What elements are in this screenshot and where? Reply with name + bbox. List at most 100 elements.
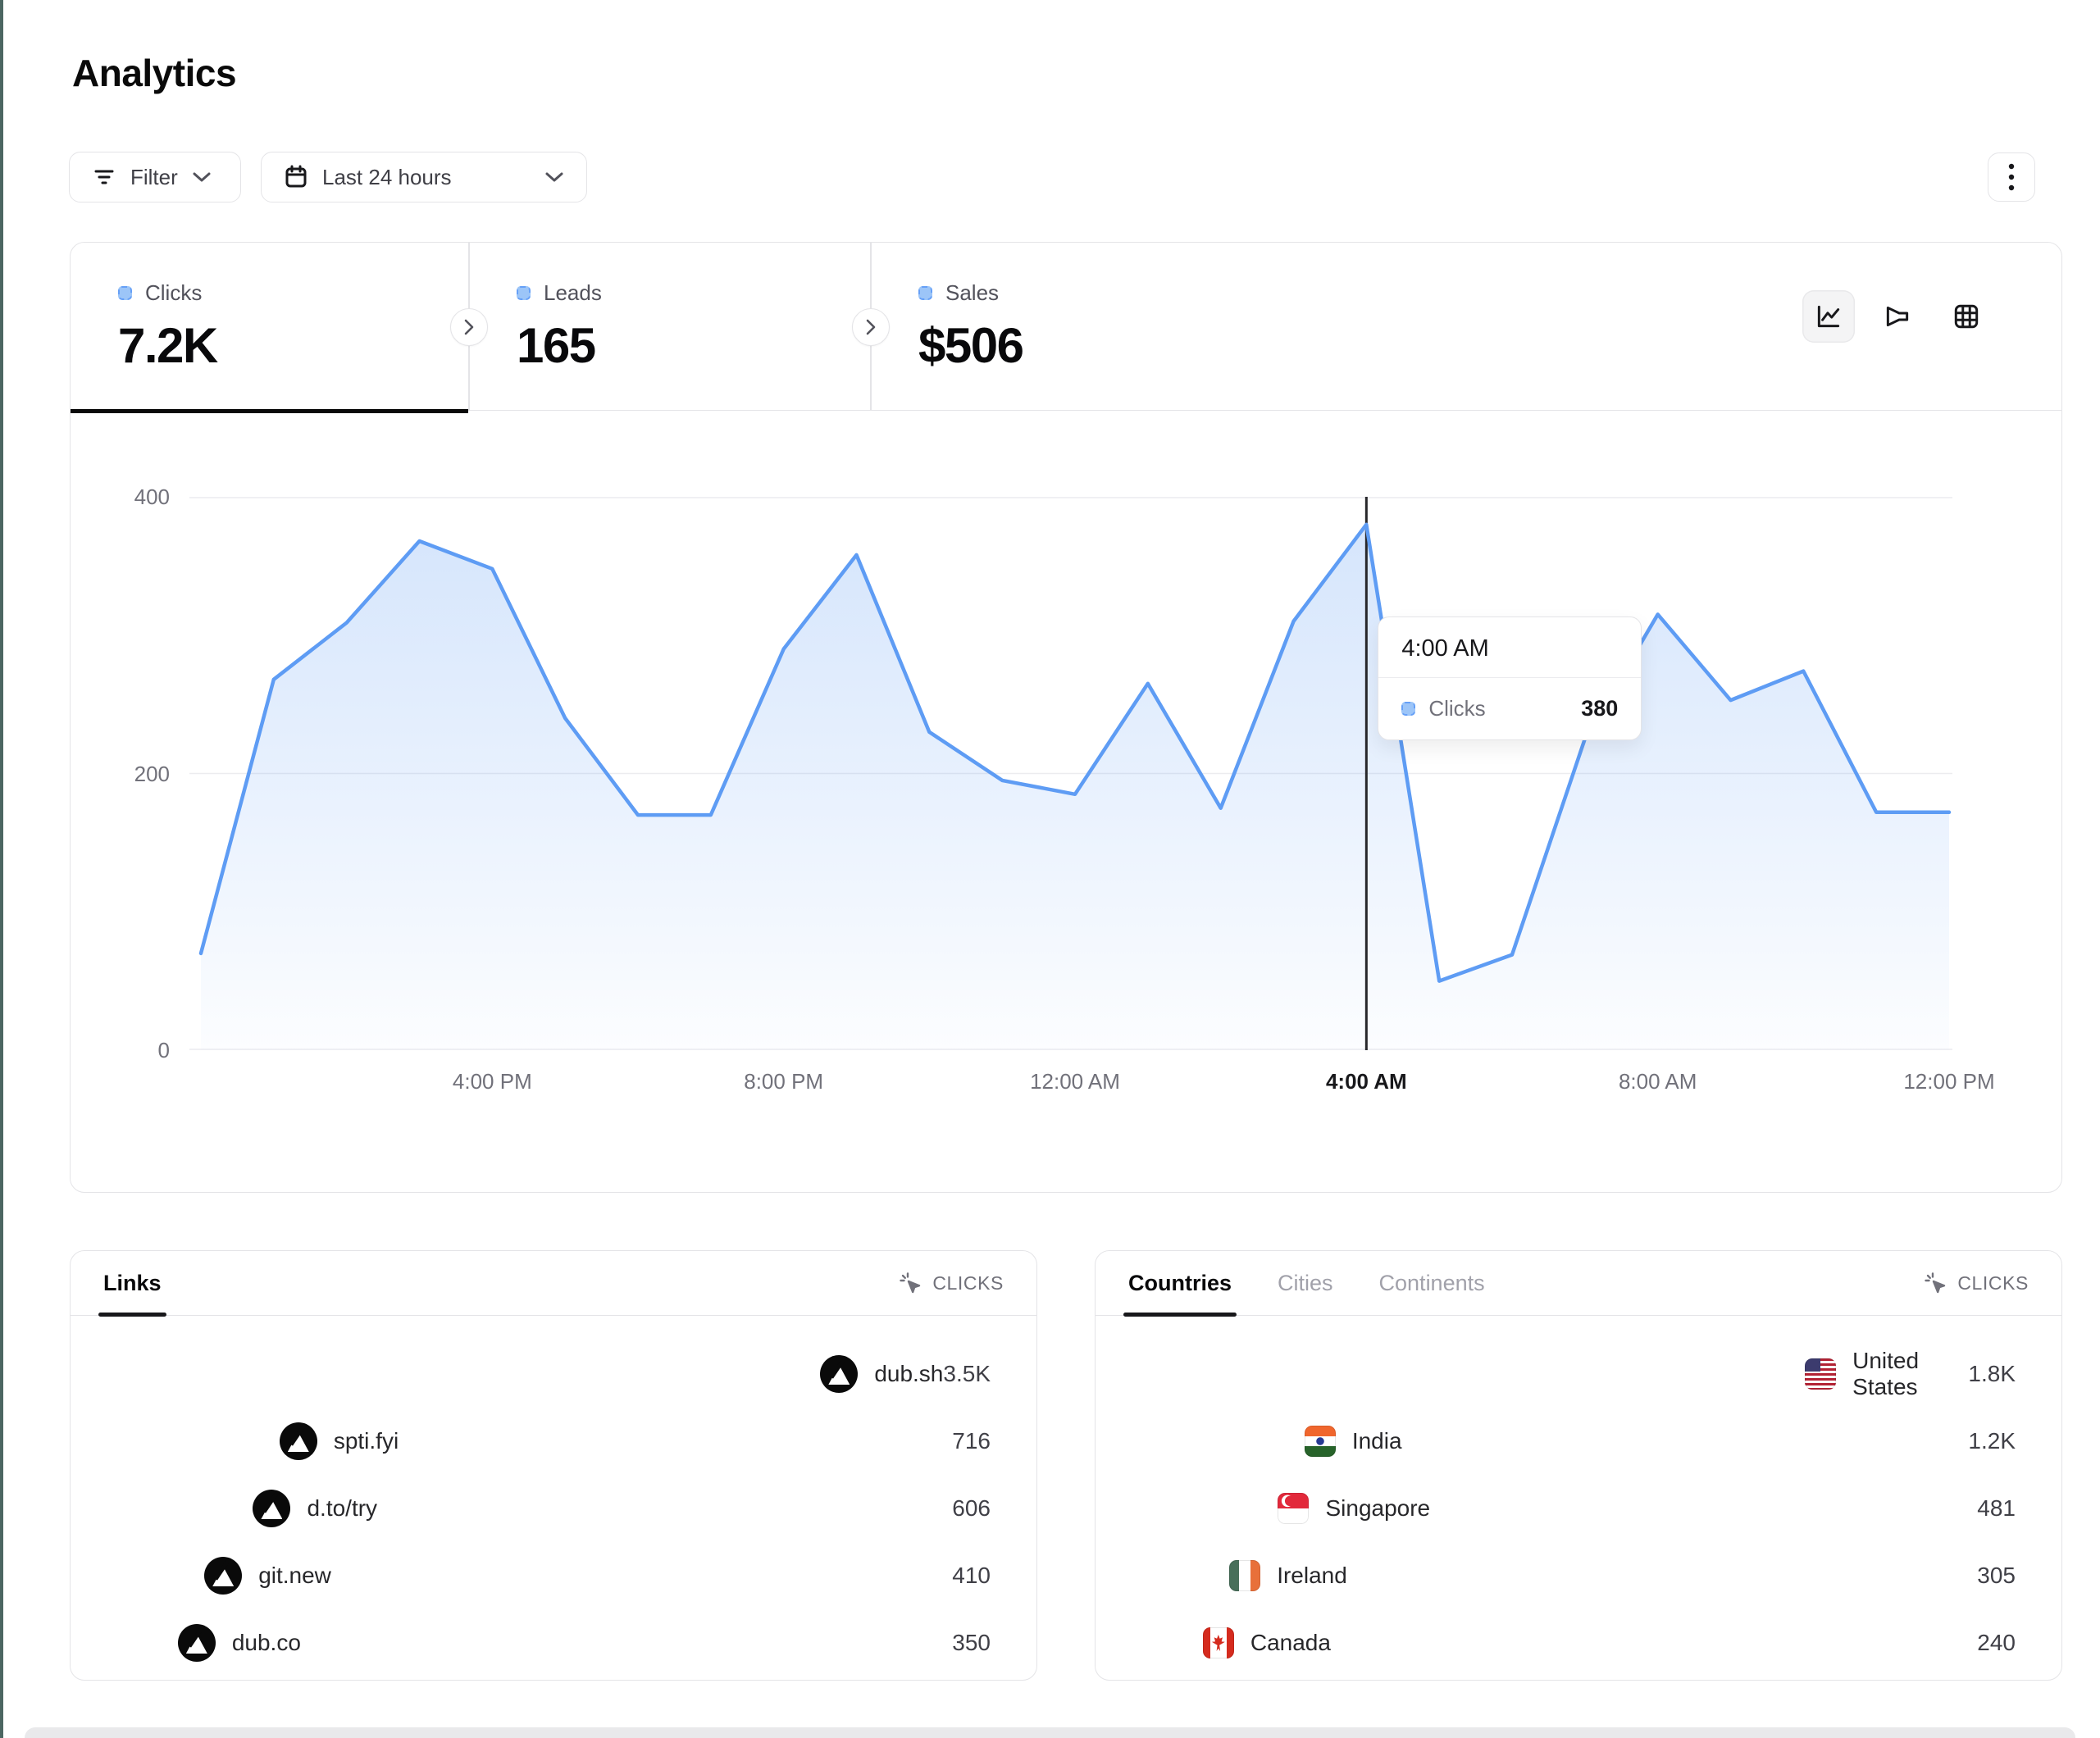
y-tick-label: 200	[134, 762, 170, 787]
tooltip-legend-square-icon	[1401, 702, 1415, 716]
country-clicks-value: 481	[1977, 1495, 2020, 1522]
cursor-rays-icon	[1923, 1271, 1947, 1295]
expand-leads-button[interactable]	[852, 308, 890, 346]
clicks-area-chart[interactable]: 4:00 AM Clicks 380	[189, 497, 1952, 1050]
date-range-label: Last 24 hours	[322, 165, 452, 190]
tab-countries-label: Countries	[1128, 1271, 1232, 1296]
link-row[interactable]: git.new 410	[100, 1549, 1007, 1603]
links-metric-label: CLICKS	[932, 1272, 1004, 1294]
chevron-down-icon	[544, 170, 565, 184]
filter-button[interactable]: Filter	[69, 152, 241, 202]
x-tick-label: 12:00 AM	[1030, 1069, 1120, 1094]
line-chart-view-button[interactable]	[1802, 290, 1855, 343]
links-panel: Links CLICKS dub.sh 3.5K spti.fyi 716	[70, 1250, 1037, 1681]
more-menu-button[interactable]	[1988, 152, 2035, 202]
filter-button-label: Filter	[130, 165, 178, 190]
country-row[interactable]: Canada 240	[1125, 1616, 2032, 1670]
funnel-chart-icon	[1883, 302, 1912, 331]
countries-metric-label: CLICKS	[1957, 1272, 2029, 1294]
tab-sales[interactable]: Sales $506	[871, 243, 1272, 411]
y-tick-label: 400	[134, 485, 170, 510]
x-tick-label: 12:00 PM	[1903, 1069, 1994, 1094]
calendar-icon	[283, 164, 309, 190]
expand-clicks-button[interactable]	[450, 308, 488, 346]
dub-logo-icon	[820, 1355, 858, 1393]
country-label: Canada	[1250, 1630, 1331, 1656]
tab-cities[interactable]: Cities	[1278, 1251, 1333, 1316]
tooltip-value: 380	[1581, 696, 1618, 721]
table-grid-icon	[1952, 302, 1981, 331]
tab-links-label: Links	[103, 1271, 162, 1296]
tab-continents-label: Continents	[1379, 1271, 1485, 1296]
funnel-chart-view-button[interactable]	[1871, 290, 1924, 343]
tab-sales-value: $506	[918, 317, 1272, 374]
link-clicks-value: 410	[952, 1563, 995, 1589]
link-row[interactable]: dub.sh 3.5K	[100, 1347, 1007, 1401]
tab-clicks[interactable]: Clicks 7.2K	[71, 243, 468, 411]
x-tick-label: 8:00 AM	[1619, 1069, 1697, 1094]
tab-clicks-label: Clicks	[145, 280, 202, 306]
stat-tabs-row: Clicks 7.2K Leads 165 Sales $506	[71, 243, 2061, 411]
table-view-button[interactable]	[1940, 290, 1993, 343]
date-range-button[interactable]: Last 24 hours	[261, 152, 587, 202]
link-label: spti.fyi	[334, 1428, 399, 1454]
countries-metric-selector[interactable]: CLICKS	[1923, 1271, 2029, 1295]
area-fill	[201, 525, 1949, 1050]
tooltip-series-label: Clicks	[1428, 696, 1485, 721]
country-label: Singapore	[1325, 1495, 1430, 1522]
link-row[interactable]: spti.fyi 716	[100, 1414, 1007, 1468]
country-label: United States	[1852, 1348, 1968, 1400]
x-tick-label: 4:00 PM	[453, 1069, 532, 1094]
link-label: d.to/try	[307, 1495, 377, 1522]
ireland-flag-icon	[1229, 1560, 1260, 1591]
kebab-menu-icon	[2007, 162, 2016, 193]
country-clicks-value: 305	[1977, 1563, 2020, 1589]
x-tick-label: 8:00 PM	[744, 1069, 823, 1094]
x-tick-label: 4:00 AM	[1326, 1069, 1407, 1094]
filter-lines-icon	[91, 164, 117, 190]
tab-continents[interactable]: Continents	[1379, 1251, 1485, 1316]
tab-cities-label: Cities	[1278, 1271, 1333, 1296]
country-row[interactable]: India 1.2K	[1125, 1414, 2032, 1468]
tooltip-time: 4:00 AM	[1378, 617, 1641, 678]
link-clicks-value: 350	[952, 1630, 995, 1656]
sales-legend-square-icon	[918, 286, 932, 300]
tab-leads-label: Leads	[544, 280, 602, 306]
singapore-flag-icon	[1278, 1493, 1309, 1524]
link-label: dub.sh	[874, 1361, 943, 1387]
countries-panel: Countries Cities Continents CLICKS Unite…	[1095, 1250, 2062, 1681]
country-row[interactable]: Ireland 305	[1125, 1549, 2032, 1603]
country-row[interactable]: United States 1.8K	[1125, 1347, 2032, 1401]
link-label: dub.co	[232, 1630, 301, 1656]
dub-logo-icon	[178, 1624, 216, 1662]
link-clicks-value: 606	[952, 1495, 995, 1522]
links-metric-selector[interactable]: CLICKS	[898, 1271, 1004, 1295]
country-label: Ireland	[1277, 1563, 1347, 1589]
dub-logo-icon	[280, 1422, 317, 1460]
tab-countries[interactable]: Countries	[1128, 1251, 1232, 1316]
tab-links[interactable]: Links	[103, 1251, 162, 1316]
us-flag-icon	[1805, 1358, 1836, 1390]
link-row[interactable]: d.to/try 606	[100, 1481, 1007, 1536]
line-chart-icon	[1814, 302, 1843, 331]
dub-logo-icon	[253, 1490, 290, 1527]
next-section-edge	[25, 1727, 2075, 1738]
tab-clicks-value: 7.2K	[118, 317, 468, 374]
leads-legend-square-icon	[517, 286, 531, 300]
x-axis: 4:00 PM8:00 PM12:00 AM4:00 AM8:00 AM12:0…	[189, 1069, 1952, 1105]
page-title: Analytics	[72, 51, 236, 95]
link-clicks-value: 716	[952, 1428, 995, 1454]
link-label: git.new	[258, 1563, 331, 1589]
country-label: India	[1352, 1428, 1402, 1454]
tab-sales-label: Sales	[945, 280, 999, 306]
analytics-card: Clicks 7.2K Leads 165 Sales $506	[70, 242, 2062, 1193]
country-row[interactable]: Singapore 481	[1125, 1481, 2032, 1536]
link-row[interactable]: dub.co 350	[100, 1616, 1007, 1670]
country-clicks-value: 1.2K	[1968, 1428, 2020, 1454]
chevron-down-icon	[191, 170, 212, 184]
tab-leads-value: 165	[517, 317, 870, 374]
link-clicks-value: 3.5K	[943, 1361, 995, 1387]
tab-leads[interactable]: Leads 165	[469, 243, 870, 411]
window-left-edge	[0, 0, 3, 1738]
chart-view-switcher	[1802, 290, 1993, 343]
